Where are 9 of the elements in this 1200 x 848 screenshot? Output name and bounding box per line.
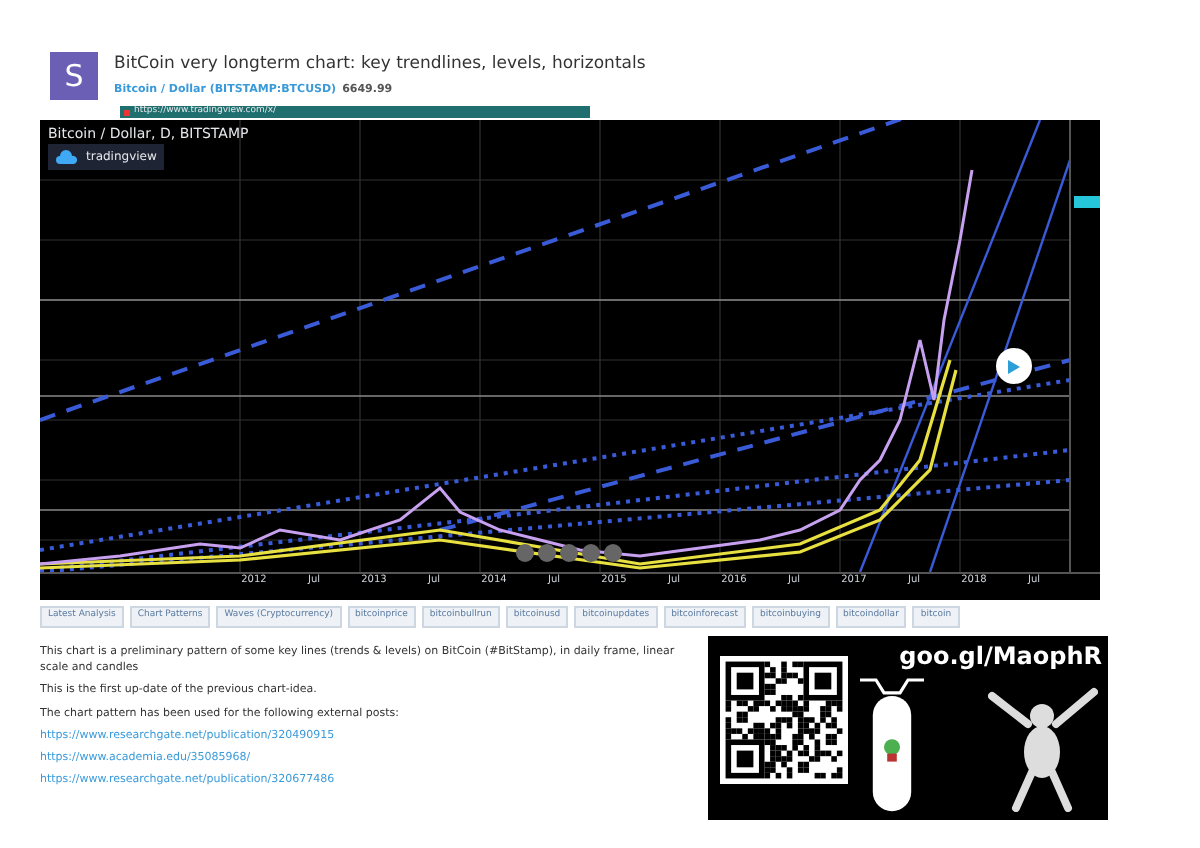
promo-link[interactable]: goo.gl/MaophR <box>899 637 1102 674</box>
cloud-icon <box>56 150 78 164</box>
price-marker <box>1074 196 1100 208</box>
play-icon <box>1008 359 1020 373</box>
post-title: BitCoin very longterm chart: key trendlines, levels, horizontals <box>114 52 646 78</box>
qr-code-drawing <box>720 655 848 784</box>
favicon-icon <box>124 109 130 115</box>
avatar[interactable]: S <box>50 52 98 100</box>
play-button[interactable] <box>996 348 1032 384</box>
